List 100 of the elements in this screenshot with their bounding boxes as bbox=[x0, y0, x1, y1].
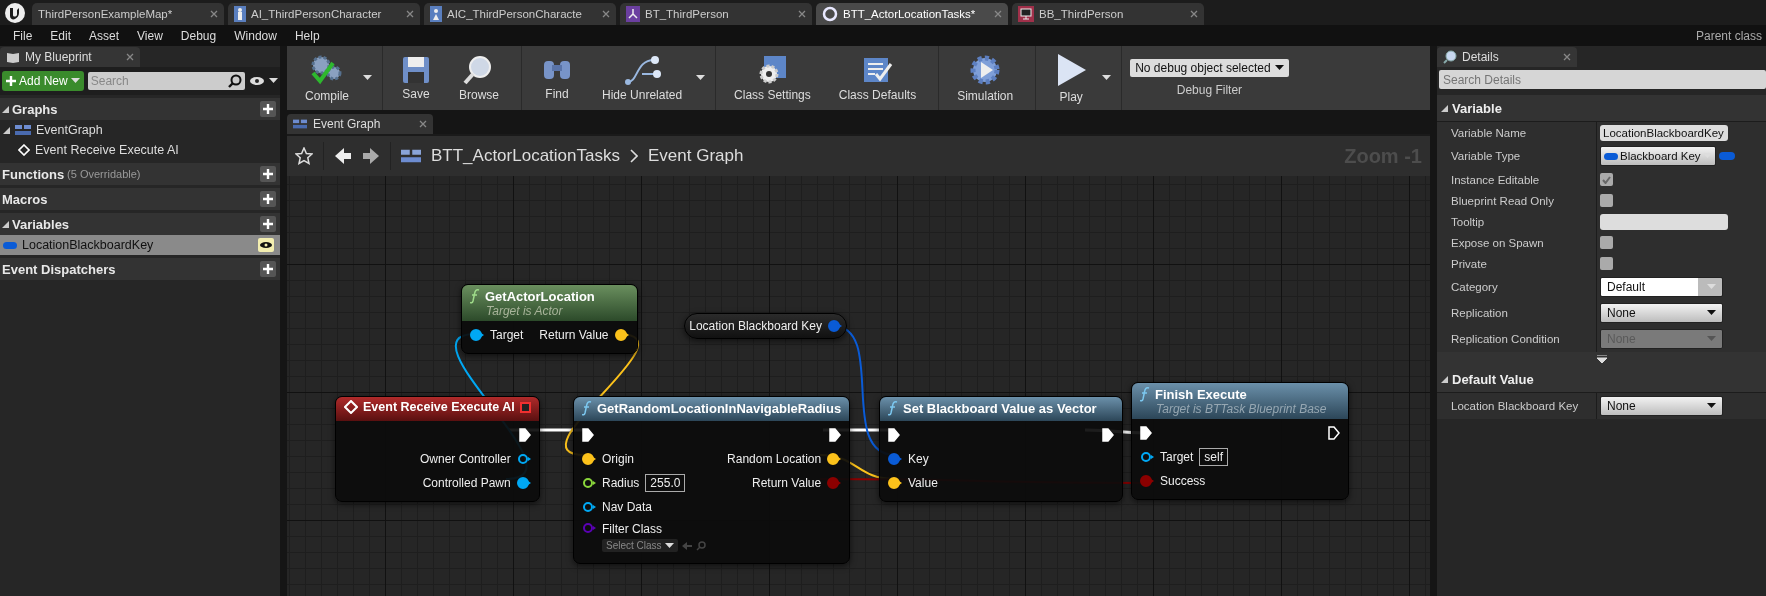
back-arrow-icon[interactable] bbox=[334, 147, 352, 165]
pin-icon[interactable] bbox=[582, 501, 596, 513]
pin-icon[interactable] bbox=[582, 477, 596, 489]
add-button[interactable] bbox=[260, 216, 276, 232]
close-icon[interactable] bbox=[1563, 53, 1571, 61]
toolbar-button[interactable]: Class Settings bbox=[722, 46, 827, 110]
expand-arrow-icon[interactable] bbox=[1441, 375, 1448, 383]
pin-icon[interactable] bbox=[888, 477, 902, 489]
variable-node[interactable]: Location Blackboard Key bbox=[684, 313, 847, 339]
close-icon[interactable] bbox=[419, 120, 427, 128]
checkbox[interactable] bbox=[1600, 257, 1613, 270]
checkbox[interactable] bbox=[1600, 173, 1613, 186]
tree-item[interactable]: EventGraph bbox=[0, 120, 280, 140]
exec-pin-icon[interactable] bbox=[582, 428, 594, 442]
dropdown[interactable]: None bbox=[1600, 396, 1723, 416]
close-icon[interactable] bbox=[798, 10, 806, 18]
toolbar-button[interactable]: Save bbox=[389, 46, 447, 110]
pin-icon[interactable] bbox=[470, 329, 484, 341]
debug-dropdown[interactable]: No debug object selected bbox=[1130, 59, 1289, 77]
toolbar-button[interactable]: Find bbox=[528, 46, 591, 110]
menu-item[interactable]: Help bbox=[285, 28, 329, 43]
pin-icon[interactable] bbox=[614, 329, 629, 341]
forward-arrow-icon[interactable] bbox=[362, 147, 380, 165]
add-button[interactable] bbox=[260, 101, 276, 117]
type-dropdown[interactable]: Blackboard Key bbox=[1600, 146, 1716, 166]
document-tab[interactable]: BB_ThirdPerson bbox=[1012, 3, 1204, 25]
document-tab[interactable]: BT_ThirdPerson bbox=[620, 3, 812, 25]
checkbox[interactable] bbox=[1600, 236, 1613, 249]
node-card[interactable]: Set Blackboard Value as Vector Key Value bbox=[879, 396, 1123, 502]
document-tab[interactable]: ThirdPersonExampleMap* bbox=[32, 3, 224, 25]
section-header[interactable]: Variables bbox=[0, 213, 280, 235]
class-dropdown[interactable]: Select Class bbox=[602, 539, 678, 552]
pin-icon[interactable] bbox=[1140, 451, 1154, 463]
close-icon[interactable] bbox=[210, 10, 218, 18]
exec-pin-icon[interactable] bbox=[518, 428, 531, 442]
add-button[interactable] bbox=[260, 166, 276, 182]
text-field[interactable] bbox=[1600, 213, 1728, 230]
expand-arrow-icon[interactable] bbox=[2, 220, 9, 228]
toolbar-button[interactable]: Hide Unrelated bbox=[590, 46, 710, 110]
text-field[interactable]: LocationBlackboardKey bbox=[1600, 124, 1728, 141]
toolbar-button[interactable]: Browse bbox=[447, 46, 516, 110]
dropdown[interactable]: None bbox=[1600, 303, 1723, 323]
toolbar-button[interactable]: Compile bbox=[293, 46, 376, 110]
pin-icon[interactable] bbox=[827, 453, 842, 465]
menu-item[interactable]: File bbox=[4, 28, 42, 43]
menu-item[interactable]: Debug bbox=[171, 28, 226, 43]
node-card[interactable]: Finish Execute Target is BTTask Blueprint Base Target self Success bbox=[1131, 382, 1349, 500]
document-tab[interactable]: BTT_ActorLocationTasks* bbox=[816, 3, 1008, 25]
exec-pin-icon[interactable] bbox=[888, 428, 900, 442]
section-header[interactable]: Functions (5 Overridable) bbox=[0, 163, 280, 185]
section-header[interactable]: Variable bbox=[1437, 95, 1766, 122]
expand-arrow-icon[interactable] bbox=[1441, 104, 1448, 112]
expand-arrow-icon[interactable] bbox=[3, 126, 10, 134]
delegate-pin-icon[interactable] bbox=[519, 401, 531, 413]
pin-icon[interactable] bbox=[516, 477, 531, 489]
section-header[interactable]: Default Value bbox=[1437, 366, 1766, 393]
toolbar-button[interactable]: Simulation bbox=[945, 46, 1030, 110]
graph-tab[interactable]: Event Graph bbox=[287, 114, 433, 134]
search-field[interactable]: Search Details bbox=[1439, 70, 1766, 89]
toolbar-button[interactable]: Class Defaults bbox=[826, 46, 933, 110]
breadcrumb-link[interactable]: BTT_ActorLocationTasks bbox=[431, 146, 620, 166]
category-dropdown[interactable]: Default bbox=[1600, 277, 1723, 297]
logo-icon[interactable] bbox=[4, 1, 26, 24]
section-header[interactable]: Graphs bbox=[0, 98, 280, 120]
eye-icon[interactable] bbox=[249, 75, 265, 87]
eye-icon[interactable] bbox=[258, 238, 274, 252]
add-button[interactable] bbox=[260, 261, 276, 277]
pin-value-field[interactable]: self bbox=[1199, 448, 1229, 466]
exec-pin-icon[interactable] bbox=[829, 428, 842, 442]
close-icon[interactable] bbox=[406, 10, 414, 18]
node-card[interactable]: GetRandomLocationInNavigableRadius Origin Radius 255.0 Nav Data Filter Class Select Class Random Location Return Value bbox=[573, 396, 851, 564]
pin-value-field[interactable]: 255.0 bbox=[645, 474, 686, 492]
node-card[interactable]: GetActorLocation Target is Actor Target Return Value bbox=[461, 284, 638, 354]
pin-icon[interactable] bbox=[516, 453, 531, 465]
close-icon[interactable] bbox=[126, 53, 134, 61]
node-card[interactable]: Event Receive Execute AI Owner Controller Controlled Pawn bbox=[335, 396, 540, 502]
add-button[interactable] bbox=[260, 191, 276, 207]
section-header[interactable]: Event Dispatchers bbox=[0, 258, 280, 280]
exec-pin-icon[interactable] bbox=[1328, 426, 1340, 440]
close-icon[interactable] bbox=[994, 10, 1002, 18]
expand-arrow-icon[interactable] bbox=[2, 105, 9, 113]
tree-item[interactable]: LocationBlackboardKey bbox=[0, 235, 280, 255]
document-tab[interactable]: AIC_ThirdPersonCharacte bbox=[424, 3, 616, 25]
close-icon[interactable] bbox=[602, 10, 610, 18]
document-tab[interactable]: AI_ThirdPersonCharacter bbox=[228, 3, 420, 25]
panel-tab[interactable]: Details bbox=[1437, 47, 1577, 67]
close-icon[interactable] bbox=[1190, 10, 1198, 18]
menu-item[interactable]: View bbox=[128, 28, 172, 43]
exec-pin-icon[interactable] bbox=[1102, 428, 1114, 442]
expand-advanced-icon[interactable] bbox=[1596, 355, 1607, 363]
menu-item[interactable]: Edit bbox=[41, 28, 81, 43]
breadcrumb-link[interactable]: Event Graph bbox=[647, 146, 744, 166]
star-icon[interactable] bbox=[295, 147, 313, 165]
tree-item[interactable]: Event Receive Execute AI bbox=[0, 140, 280, 160]
menu-item[interactable]: Window bbox=[225, 28, 286, 43]
panel-tab[interactable]: My Blueprint bbox=[0, 47, 140, 67]
toolbar-button[interactable]: Play bbox=[1042, 46, 1116, 110]
add-new-button[interactable]: Add New bbox=[2, 71, 84, 91]
graph-canvas[interactable] bbox=[287, 176, 1430, 596]
menu-item[interactable]: Asset bbox=[80, 28, 129, 43]
